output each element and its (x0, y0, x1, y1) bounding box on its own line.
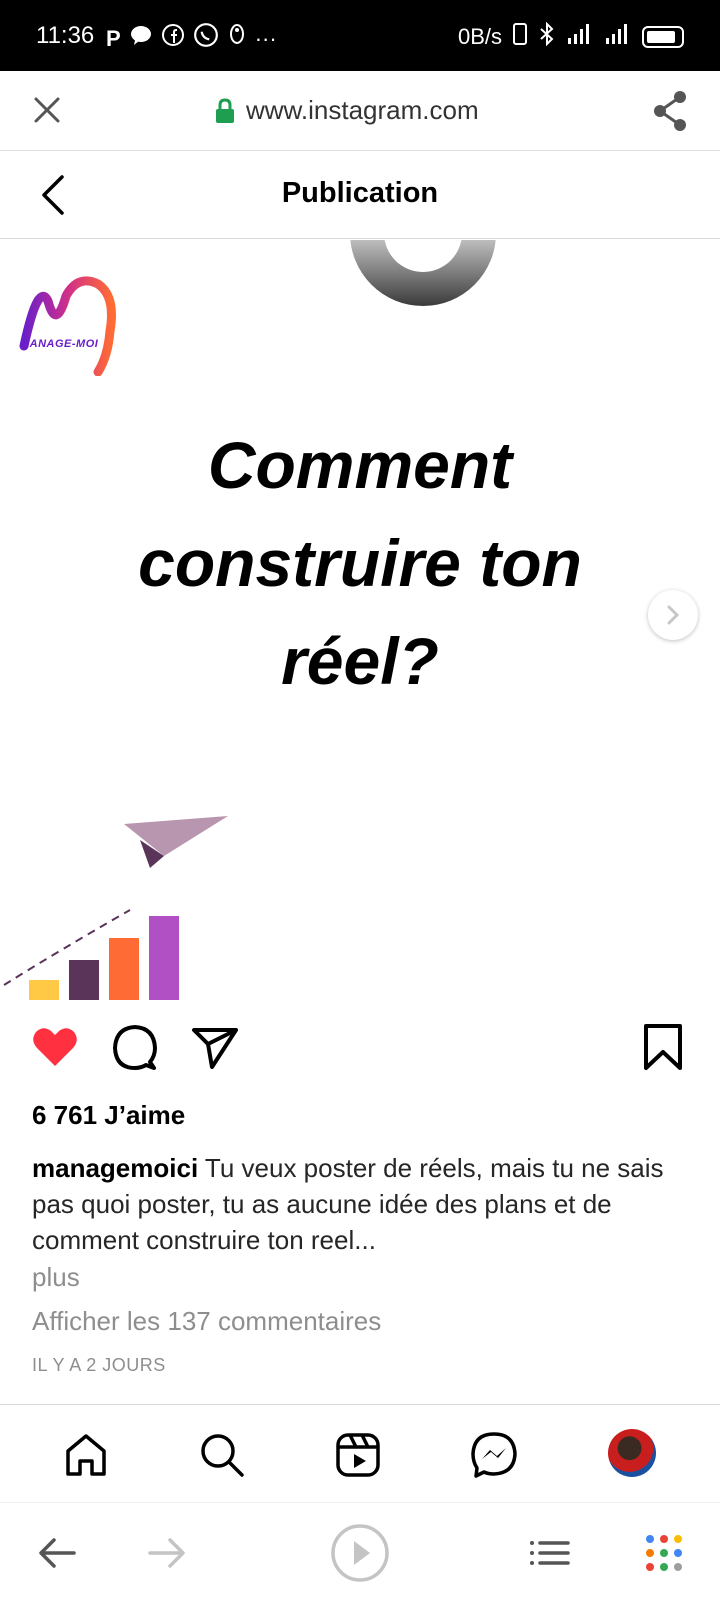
chart-bar-3 (109, 938, 139, 1000)
signal-icon (604, 22, 632, 52)
share-icon[interactable] (650, 89, 690, 133)
forward-icon[interactable] (138, 1525, 194, 1581)
apps-dot (646, 1535, 654, 1543)
caption-more-link[interactable]: plus (32, 1262, 80, 1293)
network-speed: 0B/s (457, 24, 502, 49)
reels-icon[interactable] (334, 1431, 382, 1479)
back-icon[interactable] (30, 1525, 86, 1581)
apps-dot (674, 1535, 682, 1543)
signal-icon (566, 22, 594, 52)
messenger-icon[interactable] (470, 1431, 518, 1479)
post-caption: managemoici Tu veux poster de réels, mai… (32, 1150, 692, 1258)
page-title: Publication (281, 177, 439, 209)
profile-avatar[interactable] (608, 1429, 656, 1477)
apps-icon[interactable] (646, 1535, 682, 1571)
home-icon[interactable] (62, 1431, 110, 1479)
instagram-bottom-nav (0, 1404, 720, 1502)
send-icon[interactable] (190, 1022, 240, 1072)
apps-dot (674, 1563, 682, 1571)
brand-logo-text: MANAGE-MOI (20, 338, 99, 350)
next-slide-button[interactable] (648, 590, 698, 640)
post-header: Publication (0, 151, 720, 239)
post-actions (0, 1012, 720, 1082)
status-left-icons: P ··· (106, 22, 277, 55)
lock-icon (216, 97, 234, 123)
bluetooth-icon (538, 21, 556, 52)
status-time: 11:36 (36, 22, 95, 49)
whatsapp-icon (193, 22, 219, 55)
browser-address-bar: www.instagram.com (0, 71, 720, 151)
post-timestamp: IL Y A 2 JOURS (32, 1355, 166, 1375)
apps-dot (646, 1563, 654, 1571)
like-count[interactable]: 6 761 J’aime (32, 1100, 185, 1131)
sim-icon (512, 22, 528, 52)
parking-icon: P (106, 25, 121, 51)
view-comments-link[interactable]: Afficher les 137 commentaires (32, 1306, 381, 1337)
status-bar: 11:36 P ··· 0B/s (0, 0, 720, 71)
chat-icon (129, 23, 153, 54)
status-right-icons: 0B/s (457, 21, 684, 52)
apps-dot (674, 1549, 682, 1557)
post-image[interactable]: MANAGE-MOI Comment construire ton réel? (0, 240, 720, 1000)
chevron-right-icon (667, 605, 680, 625)
apps-dot (660, 1535, 668, 1543)
chart-bar-4 (149, 916, 179, 1000)
chart-bar-2 (69, 960, 99, 1000)
decorative-ring (350, 240, 496, 306)
post-headline: Comment construire ton réel? (138, 428, 582, 698)
bookmark-icon[interactable] (638, 1022, 688, 1072)
url-display[interactable]: www.instagram.com (214, 95, 479, 126)
chart-bar-1 (29, 980, 59, 1000)
caption-username[interactable]: managemoici (32, 1153, 198, 1183)
more-icon: ··· (254, 25, 277, 51)
notification-icon (227, 22, 247, 55)
url-text: www.instagram.com (246, 95, 479, 125)
facebook-icon (161, 23, 185, 54)
growth-chart-illustration (3, 816, 228, 1000)
brand-logo-icon (19, 276, 116, 376)
browser-bottom-nav (0, 1502, 720, 1600)
close-icon[interactable] (30, 93, 64, 127)
play-icon[interactable] (330, 1523, 390, 1583)
apps-dot (660, 1563, 668, 1571)
search-icon[interactable] (198, 1431, 246, 1479)
menu-icon[interactable] (522, 1525, 578, 1581)
comment-icon[interactable] (110, 1022, 160, 1072)
battery-icon (642, 26, 684, 48)
apps-dot (660, 1549, 668, 1557)
apps-dot (646, 1549, 654, 1557)
heart-icon[interactable] (30, 1022, 80, 1072)
